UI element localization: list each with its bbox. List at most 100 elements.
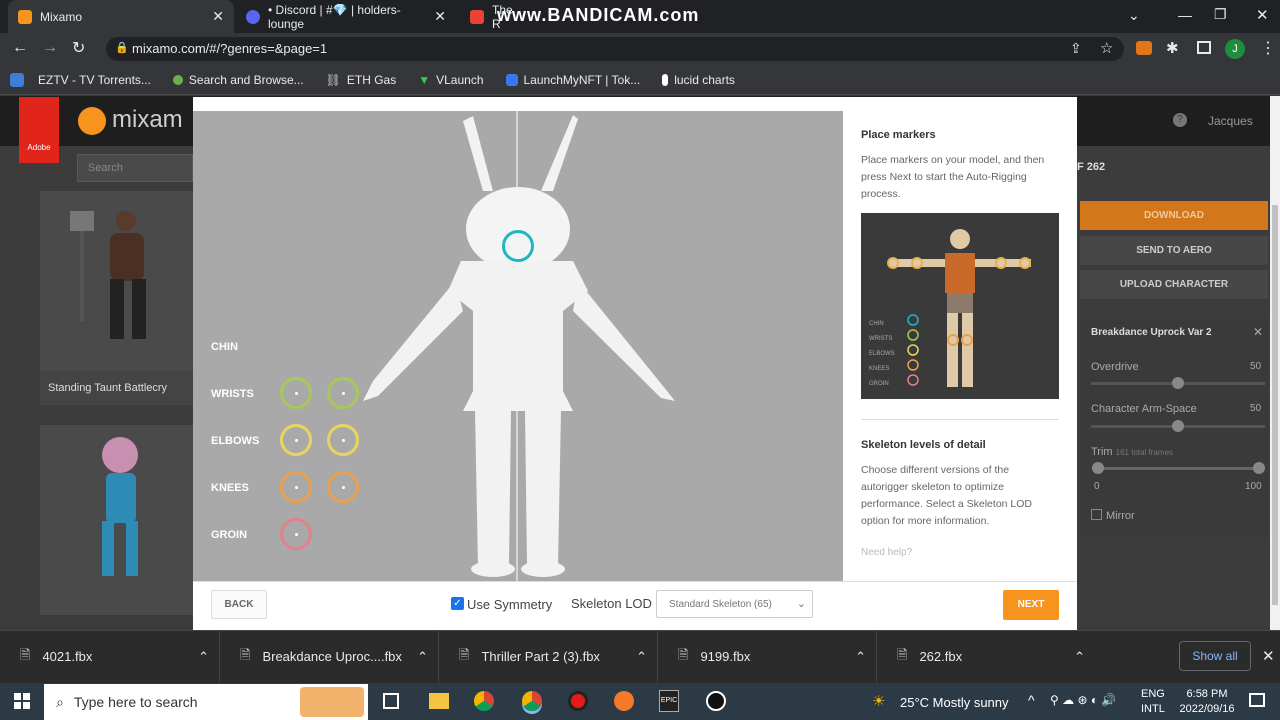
weather-icon[interactable]: ☀ bbox=[872, 692, 885, 710]
result-count: F 262 bbox=[1077, 161, 1106, 173]
groin-marker[interactable] bbox=[280, 518, 312, 550]
windows-start-icon[interactable] bbox=[14, 693, 30, 709]
chevron-up-icon[interactable]: ⌃ bbox=[855, 649, 866, 665]
bookmark-search[interactable]: Search and Browse... bbox=[165, 73, 312, 87]
chin-marker-placed[interactable] bbox=[502, 230, 534, 262]
arm-space-slider-handle[interactable] bbox=[1172, 420, 1184, 432]
wrist-marker-right[interactable] bbox=[327, 377, 359, 409]
vlaunch-icon: ▼ bbox=[418, 72, 431, 87]
share-icon[interactable]: ⇪ bbox=[1070, 40, 1082, 57]
file-icon: 🗎 bbox=[678, 646, 689, 662]
chevron-up-icon[interactable]: ⌃ bbox=[417, 649, 428, 665]
extensions-icon[interactable]: ✱ bbox=[1166, 39, 1179, 57]
chrome-active-icon[interactable] bbox=[522, 691, 542, 711]
help-icon[interactable]: ? bbox=[1173, 113, 1187, 127]
trim-end-handle[interactable] bbox=[1253, 462, 1265, 474]
model-viewport[interactable] bbox=[193, 111, 843, 581]
download-button[interactable]: DOWNLOAD bbox=[1080, 201, 1268, 230]
forward-arrow-icon[interactable]: → bbox=[42, 39, 58, 57]
close-icon[interactable]: ✕ bbox=[1253, 325, 1263, 339]
tray-icons[interactable]: ⚲ ☁ ⊛ ◐ 🔊 bbox=[1050, 693, 1116, 707]
elbow-marker-right[interactable] bbox=[327, 424, 359, 456]
clock[interactable]: 6:58 PM 2022/09/16 bbox=[1176, 687, 1238, 717]
close-tab-icon[interactable]: ✕ bbox=[212, 8, 224, 25]
chevron-down-icon[interactable]: ⌄ bbox=[1128, 7, 1140, 24]
skeleton-lod-select[interactable]: Standard Skeleton (65) ⌄ bbox=[656, 590, 813, 618]
link-icon: ⛓ bbox=[325, 72, 341, 87]
mixamo-logo-text[interactable]: mixam bbox=[112, 106, 183, 134]
overdrive-slider-handle[interactable] bbox=[1172, 377, 1184, 389]
file-explorer-icon[interactable] bbox=[429, 693, 449, 709]
use-symmetry-label: Use Symmetry bbox=[467, 597, 553, 612]
wrist-marker-left[interactable] bbox=[280, 377, 312, 409]
back-arrow-icon[interactable]: ← bbox=[12, 39, 28, 57]
bookmark-star-icon[interactable]: ☆ bbox=[1100, 39, 1113, 57]
tab-mixamo[interactable]: Mixamo ✕ bbox=[8, 0, 234, 33]
bookmark-lucid[interactable]: lucid charts bbox=[654, 73, 743, 87]
sidebar-icon[interactable] bbox=[1197, 41, 1211, 54]
show-all-button[interactable]: Show all bbox=[1179, 641, 1251, 671]
next-button[interactable]: NEXT bbox=[1003, 590, 1059, 620]
task-view-icon[interactable] bbox=[383, 693, 399, 709]
metamask-icon[interactable] bbox=[1136, 41, 1152, 55]
blender-icon[interactable] bbox=[614, 691, 634, 711]
need-help-link[interactable]: Need help? bbox=[861, 547, 912, 558]
menu-kebab-icon[interactable]: ⋮ bbox=[1260, 38, 1276, 58]
profile-avatar[interactable]: J bbox=[1225, 39, 1245, 59]
upload-character-button[interactable]: UPLOAD CHARACTER bbox=[1080, 270, 1268, 299]
bookmark-ethgas[interactable]: ⛓ ETH Gas bbox=[318, 73, 405, 87]
user-menu[interactable]: Jacques bbox=[1208, 114, 1253, 128]
download-item[interactable]: 🗎 Breakdance Uproc....fbx ⌃ bbox=[219, 630, 438, 683]
knee-marker-right[interactable] bbox=[327, 471, 359, 503]
download-item[interactable]: 🗎 9199.fbx ⌃ bbox=[657, 630, 876, 683]
tab-discord[interactable]: • Discord | #💎 | holders-lounge ✕ bbox=[236, 0, 456, 33]
bookmark-vlaunch[interactable]: ▼ VLaunch bbox=[410, 73, 491, 87]
unreal-engine-icon[interactable] bbox=[706, 691, 726, 711]
chevron-up-icon[interactable]: ^ bbox=[1028, 692, 1035, 708]
animation-thumbnail[interactable] bbox=[40, 191, 193, 371]
bookmark-eztv[interactable]: EZTV - TV Torrents... bbox=[30, 73, 159, 87]
legend: CHIN WRISTS ELBOWS KNEES GROIN bbox=[869, 321, 895, 387]
epic-games-icon[interactable]: EPIC bbox=[659, 690, 679, 712]
trim-slider[interactable] bbox=[1097, 467, 1259, 470]
close-window-icon[interactable]: ✕ bbox=[1256, 6, 1269, 24]
animation-thumbnail[interactable] bbox=[40, 425, 193, 615]
close-icon[interactable]: ✕ bbox=[1262, 647, 1275, 665]
weather-text[interactable]: 25°C Mostly sunny bbox=[900, 695, 1009, 710]
close-tab-icon[interactable]: ✕ bbox=[434, 8, 446, 25]
arm-space-label: Character Arm-Space bbox=[1091, 403, 1197, 415]
reload-icon[interactable]: ↻ bbox=[72, 38, 85, 58]
minimize-icon[interactable]: — bbox=[1178, 7, 1192, 23]
cartoon-figure-icon bbox=[102, 437, 138, 576]
download-item[interactable]: 🗎 4021.fbx ⌃ bbox=[0, 630, 219, 683]
chrome-icon[interactable] bbox=[474, 691, 494, 711]
language-indicator[interactable]: ENG INTL bbox=[1141, 687, 1165, 717]
download-item[interactable]: 🗎 262.fbx ⌃ bbox=[876, 630, 1095, 683]
url-field[interactable]: mixamo.com/#/?genres=&page=1 bbox=[106, 37, 1124, 61]
bandicam-icon[interactable] bbox=[568, 691, 588, 711]
chevron-up-icon[interactable]: ⌃ bbox=[636, 649, 647, 665]
knee-marker-left[interactable] bbox=[280, 471, 312, 503]
place-markers-title: Place markers bbox=[861, 129, 936, 141]
use-symmetry-checkbox[interactable]: ✓ bbox=[451, 597, 464, 610]
search-input[interactable]: Search bbox=[77, 154, 193, 182]
download-item[interactable]: 🗎 Thriller Part 2 (3).fbx ⌃ bbox=[438, 630, 657, 683]
trim-start-handle[interactable] bbox=[1092, 462, 1104, 474]
animation-title[interactable]: Standing Taunt Battlecry bbox=[40, 371, 193, 405]
bookmark-launchmynft[interactable]: LaunchMyNFT | Tok... bbox=[498, 73, 649, 87]
scrollbar-thumb[interactable] bbox=[1272, 205, 1278, 605]
lock-icon[interactable]: 🔒 bbox=[115, 41, 129, 54]
apps-icon[interactable] bbox=[10, 72, 24, 87]
chevron-up-icon[interactable]: ⌃ bbox=[1074, 649, 1085, 665]
maximize-icon[interactable]: ❐ bbox=[1214, 6, 1227, 23]
back-button[interactable]: BACK bbox=[211, 590, 267, 619]
elbow-marker-left[interactable] bbox=[280, 424, 312, 456]
send-to-aero-button[interactable]: SEND TO AERO bbox=[1080, 236, 1268, 265]
adobe-logo[interactable]: Adobe bbox=[19, 97, 59, 163]
notification-icon[interactable] bbox=[1249, 693, 1265, 707]
mirror-checkbox[interactable] bbox=[1091, 509, 1102, 520]
chevron-up-icon[interactable]: ⌃ bbox=[198, 649, 209, 665]
trim-max: 100 bbox=[1245, 481, 1262, 492]
skeleton-lod-label: Skeleton LOD bbox=[571, 596, 652, 611]
warrior-figure-icon bbox=[70, 211, 146, 339]
